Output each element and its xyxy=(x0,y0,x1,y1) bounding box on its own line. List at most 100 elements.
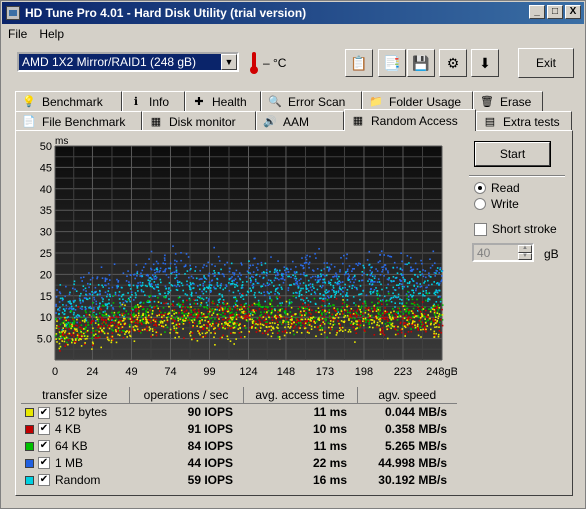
tab-benchmark[interactable]: 💡 Benchmark xyxy=(15,91,122,111)
series-checkbox[interactable]: ✔ xyxy=(38,423,50,436)
data-point-512-bytes xyxy=(55,338,57,340)
spin-up-button[interactable]: ▲ xyxy=(518,245,532,253)
data-point-512-bytes xyxy=(304,318,307,320)
tab-folder-usage[interactable]: 📁 Folder Usage xyxy=(362,91,473,111)
data-point-512-bytes xyxy=(379,320,381,323)
short-stroke-spinner[interactable]: 40 ▲ ▼ xyxy=(472,243,534,262)
data-point-512-bytes xyxy=(91,348,93,350)
data-point-4-kb xyxy=(193,322,196,325)
data-point-64-kb xyxy=(212,320,214,323)
data-point-1-mb xyxy=(285,274,288,276)
data-point-64-kb xyxy=(290,302,292,304)
options-button[interactable]: ⚙ xyxy=(439,49,467,77)
data-point-512-bytes xyxy=(98,330,100,333)
maximize-button[interactable]: □ xyxy=(547,5,563,19)
title-bar[interactable]: HD Tune Pro 4.01 - Hard Disk Utility (tr… xyxy=(2,2,584,24)
tab-info[interactable]: ℹ Info xyxy=(122,91,185,111)
data-point-512-bytes xyxy=(274,309,276,312)
series-checkbox[interactable]: ✔ xyxy=(38,440,50,453)
data-point-1-mb xyxy=(421,273,424,275)
data-point-random xyxy=(332,285,335,287)
data-point-4-kb xyxy=(60,338,63,341)
data-point-64-kb xyxy=(192,318,194,320)
data-point-4-kb xyxy=(413,301,416,304)
tab-file-benchmark[interactable]: 📄 File Benchmark xyxy=(15,111,142,131)
data-point-512-bytes xyxy=(434,319,437,321)
short-stroke-checkbox[interactable] xyxy=(474,222,487,236)
data-point-random xyxy=(254,296,256,299)
tab-disk-monitor[interactable]: ▦ Disk monitor xyxy=(142,111,256,131)
write-radio-row[interactable]: Write xyxy=(474,197,519,211)
data-point-4-kb xyxy=(331,313,333,316)
read-radio[interactable] xyxy=(474,182,486,194)
tab-random-access[interactable]: ▦ Random Access xyxy=(344,109,476,131)
data-point-512-bytes xyxy=(403,317,406,320)
data-point-random xyxy=(241,281,244,283)
save-button[interactable]: 💾 xyxy=(407,49,435,77)
data-point-random xyxy=(224,287,227,289)
device-dropdown[interactable]: AMD 1X2 Mirror/RAID1 (248 gB) ▼ xyxy=(17,52,239,72)
download-button[interactable]: ⬇ xyxy=(471,49,499,77)
series-checkbox[interactable]: ✔ xyxy=(38,457,50,470)
data-point-1-mb xyxy=(400,283,403,285)
tab-aam[interactable]: 🔊 AAM xyxy=(256,111,344,131)
data-point-1-mb xyxy=(332,276,334,278)
data-point-512-bytes xyxy=(269,322,271,324)
data-point-4-kb xyxy=(190,313,192,316)
menu-file[interactable]: File xyxy=(2,27,33,41)
data-point-512-bytes xyxy=(121,314,124,317)
data-point-4-kb xyxy=(135,310,137,312)
close-button[interactable]: X xyxy=(565,5,581,19)
data-point-64-kb xyxy=(84,310,87,312)
data-point-1-mb xyxy=(421,262,423,265)
data-point-1-mb xyxy=(155,276,158,279)
data-point-1-mb xyxy=(199,269,201,272)
series-checkbox[interactable]: ✔ xyxy=(38,406,50,419)
tab-erase[interactable]: 🗑 Erase xyxy=(473,91,543,111)
data-point-64-kb xyxy=(181,321,183,323)
minimize-button[interactable]: _ xyxy=(529,5,545,19)
menu-help[interactable]: Help xyxy=(33,27,70,41)
data-point-512-bytes xyxy=(375,315,377,318)
data-point-1-mb xyxy=(208,275,210,277)
data-point-1-mb xyxy=(339,269,341,271)
data-point-4-kb xyxy=(321,299,324,302)
data-point-512-bytes xyxy=(59,345,62,348)
data-point-512-bytes xyxy=(173,327,176,330)
data-point-random xyxy=(257,299,260,302)
data-point-64-kb xyxy=(69,322,72,324)
data-point-random xyxy=(372,291,374,294)
exit-button[interactable]: Exit xyxy=(518,48,574,78)
start-button[interactable]: Start xyxy=(474,141,551,167)
data-point-random xyxy=(84,287,87,290)
data-point-4-kb xyxy=(367,320,370,322)
copy-info-button[interactable]: 📋 xyxy=(345,49,373,77)
series-checkbox[interactable]: ✔ xyxy=(38,474,50,487)
data-point-1-mb xyxy=(96,276,99,278)
data-point-4-kb xyxy=(305,320,308,323)
short-stroke-row[interactable]: Short stroke xyxy=(474,222,557,236)
tab-extra-tests[interactable]: ▤ Extra tests xyxy=(476,111,572,131)
data-point-512-bytes xyxy=(340,320,343,322)
data-point-64-kb xyxy=(419,326,422,328)
spin-down-button[interactable]: ▼ xyxy=(518,252,532,260)
data-point-64-kb xyxy=(66,341,68,344)
copy-screenshot-button[interactable]: 📑 xyxy=(378,49,406,77)
tab-health[interactable]: ✚ Health xyxy=(185,91,261,111)
data-point-64-kb xyxy=(275,296,278,299)
tab-error-scan[interactable]: 🔍 Error Scan xyxy=(261,91,362,111)
data-point-64-kb xyxy=(354,317,356,320)
arrow-down-icon: ⬇ xyxy=(479,54,491,71)
data-point-64-kb xyxy=(354,322,356,325)
data-point-random xyxy=(75,290,78,292)
data-point-4-kb xyxy=(155,318,157,321)
data-point-64-kb xyxy=(149,305,151,307)
transfer-size: 4 KB xyxy=(55,421,82,436)
data-point-64-kb xyxy=(133,307,136,309)
data-point-1-mb xyxy=(106,293,109,296)
chevron-down-icon[interactable]: ▼ xyxy=(221,54,237,70)
data-point-4-kb xyxy=(348,305,350,307)
write-radio[interactable] xyxy=(474,198,486,210)
data-point-random xyxy=(389,298,392,301)
read-radio-row[interactable]: Read xyxy=(474,181,520,195)
